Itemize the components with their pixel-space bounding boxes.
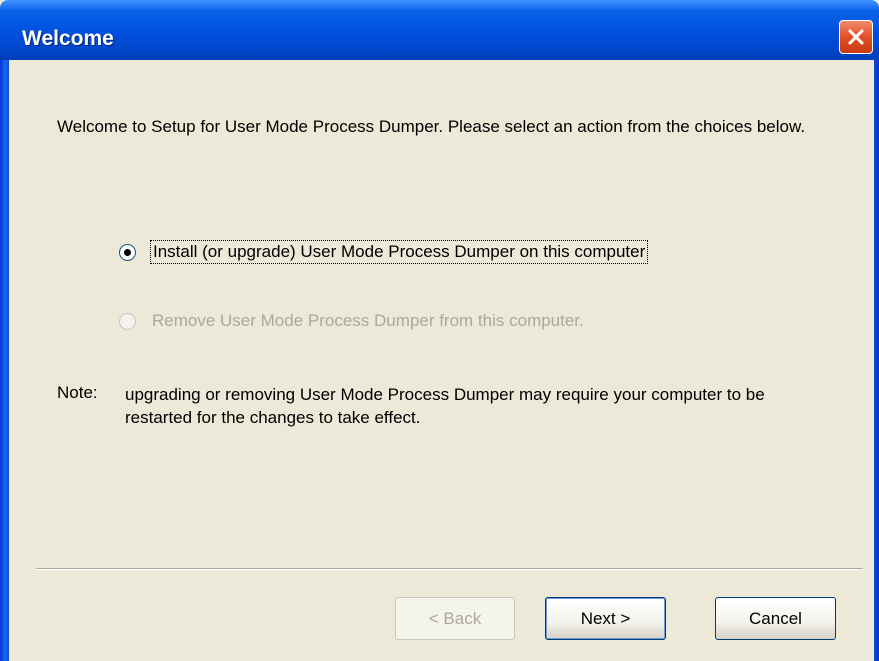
title-bar[interactable]: Welcome [0,0,879,60]
note-label: Note: [57,383,98,402]
window-frame-left [0,60,9,661]
remove-option: Remove User Mode Process Dumper from thi… [119,308,584,334]
close-icon [848,29,864,45]
next-button[interactable]: Next > [545,597,666,640]
install-option-label[interactable]: Install (or upgrade) User Mode Process D… [149,240,649,264]
remove-radio [119,312,136,330]
install-radio[interactable] [119,243,136,261]
note-text: upgrading or removing User Mode Process … [125,385,765,427]
install-option[interactable]: Install (or upgrade) User Mode Process D… [119,239,649,265]
back-button: < Back [395,597,515,640]
remove-option-label: Remove User Mode Process Dumper from thi… [152,311,584,330]
window-frame-right [874,60,879,661]
intro-text: Welcome to Setup for User Mode Process D… [57,117,806,136]
dialog-content: Welcome to Setup for User Mode Process D… [9,60,874,661]
cancel-button[interactable]: Cancel [715,597,836,640]
separator [36,568,863,570]
close-button[interactable] [839,20,873,54]
setup-dialog: Welcome Welcome to Setup for User Mode P… [0,0,879,661]
window-title: Welcome [22,27,114,50]
